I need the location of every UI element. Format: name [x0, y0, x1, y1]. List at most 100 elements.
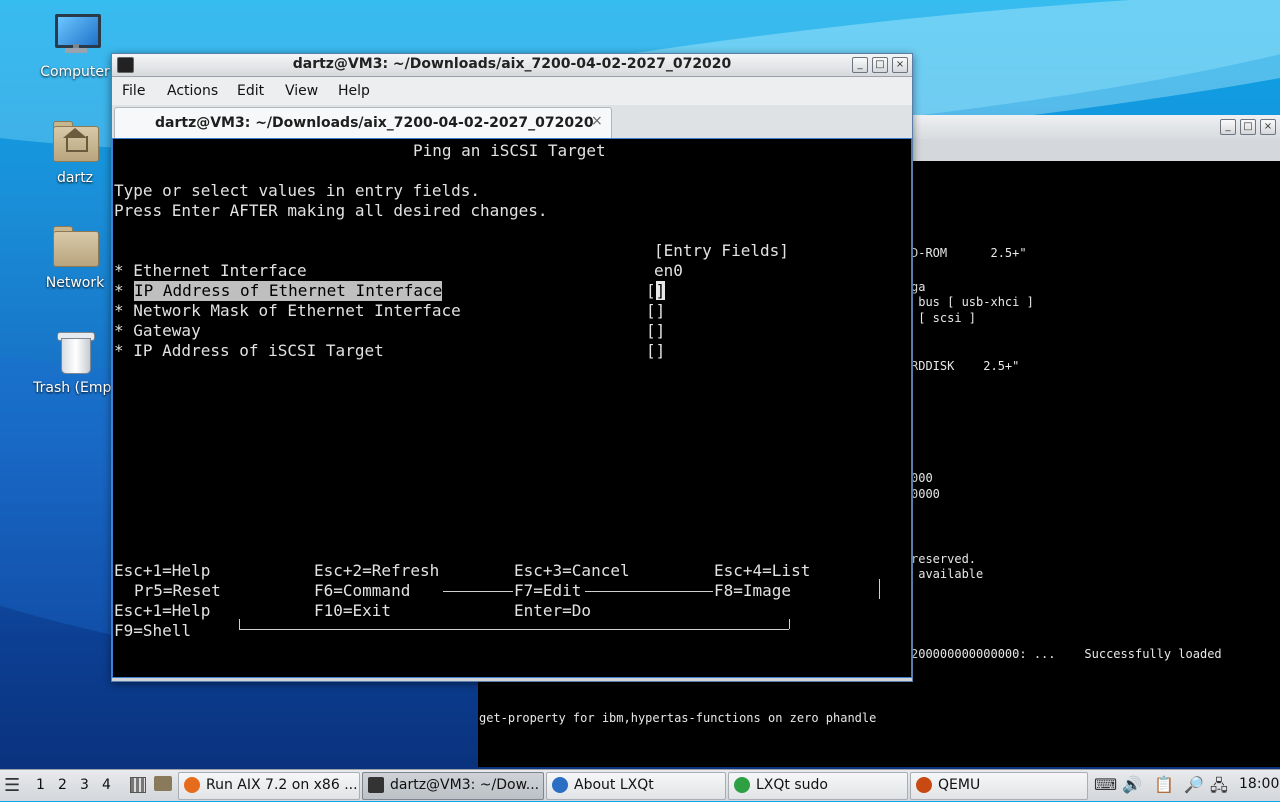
field-value[interactable]: en0 [654, 261, 683, 281]
show-desktop-icon[interactable] [130, 777, 146, 793]
key-edit[interactable]: F7=Edit [514, 581, 581, 601]
key-shell[interactable]: F9=Shell [114, 621, 191, 641]
smit-instruction: Type or select values in entry fields. [114, 181, 481, 200]
task-label: Run AIX 7.2 on x86 ... [206, 777, 358, 793]
console-line: [ scsi ] [911, 311, 977, 325]
field-value[interactable]: [] [646, 341, 665, 361]
field-value[interactable]: [] [646, 301, 665, 321]
task-qemu[interactable]: QEMU [910, 772, 1088, 800]
desktop-icon-home[interactable]: dartz [25, 118, 125, 186]
key-help[interactable]: Esc+1=Help [114, 601, 210, 621]
key-cancel[interactable]: Esc+3=Cancel [514, 561, 630, 581]
lxqt-icon [552, 777, 568, 793]
close-icon[interactable]: × [1260, 119, 1276, 135]
key-image[interactable]: F8=Image [714, 581, 791, 601]
task-terminal[interactable]: dartz@VM3: ~/Dow... [362, 772, 544, 800]
console-line: RDDISK 2.5+" [911, 359, 1020, 373]
workspace-4[interactable]: 4 [102, 777, 111, 793]
clock[interactable]: 18:00 [1239, 776, 1279, 792]
desktop-icon-label: Computer [40, 64, 110, 80]
key-refresh[interactable]: Esc+2=Refresh [314, 561, 439, 581]
search-icon[interactable]: 🔎 [1184, 775, 1204, 794]
minimize-icon[interactable]: _ [1220, 119, 1236, 135]
clipboard-icon[interactable]: 📋 [1154, 775, 1174, 794]
desktop-icon-label: Network [45, 275, 105, 291]
menu-edit[interactable]: Edit [237, 83, 264, 99]
console-line: 000 [911, 471, 933, 485]
terminal-tab[interactable]: dartz@VM3: ~/Downloads/aix_7200-04-02-20… [114, 107, 612, 138]
box-border [239, 619, 240, 629]
console-line: bus [ usb-xhci ] [911, 295, 1034, 309]
workspace-2[interactable]: 2 [58, 777, 67, 793]
window-titlebar[interactable]: dartz@VM3: ~/Downloads/aix_7200-04-02-20… [112, 54, 912, 77]
window-title: dartz@VM3: ~/Downloads/aix_7200-04-02-20… [292, 56, 732, 72]
field-value[interactable]: [] [646, 321, 665, 341]
field-label: * IP Address of iSCSI Target [114, 341, 384, 360]
key-help[interactable]: Esc+1=Help [114, 561, 210, 581]
close-icon[interactable]: × [892, 57, 908, 73]
box-border [239, 629, 789, 630]
console-line: D-ROM 2.5+" [911, 246, 1027, 260]
console-line: reserved. [911, 552, 977, 566]
box-border [585, 591, 713, 592]
key-exit[interactable]: F10=Exit [314, 601, 391, 621]
field-required-marker: * [114, 281, 134, 300]
field-label-selected[interactable]: IP Address of Ethernet Interface [134, 281, 443, 301]
terminal-screen[interactable]: Ping an iSCSI Target Type or select valu… [112, 138, 912, 678]
task-label: About LXQt [574, 777, 654, 793]
maximize-icon[interactable]: □ [1240, 119, 1256, 135]
desktop-icon-network[interactable]: Network [25, 223, 125, 291]
field-value-active[interactable]: [] [646, 281, 666, 301]
menu-bar: File Actions Edit View Help [112, 77, 912, 105]
smit-heading: Ping an iSCSI Target [413, 141, 606, 160]
desktop-icon-computer[interactable]: Computer [25, 12, 125, 80]
workspace-1[interactable]: 1 [36, 777, 45, 793]
console-line: 0000 [911, 487, 940, 501]
console-line: 200000000000000: ... Successfully loaded [911, 647, 1222, 661]
minimize-icon[interactable]: _ [852, 57, 868, 73]
task-about-lxqt[interactable]: About LXQt [546, 772, 726, 800]
desktop-icon-label: Trash (Empt [33, 380, 117, 396]
workspace-3[interactable]: 3 [80, 777, 89, 793]
close-icon[interactable]: × [591, 113, 603, 129]
field-label: * Ethernet Interface [114, 261, 307, 280]
shield-icon [734, 777, 750, 793]
desktop-icon-trash[interactable]: Trash (Empt [25, 328, 125, 396]
task-label: LXQt sudo [756, 777, 828, 793]
field-label: * Network Mask of Ethernet Interface [114, 301, 461, 320]
console-line: get-property for ibm,hypertas-functions … [479, 711, 877, 725]
task-label: QEMU [938, 777, 981, 793]
lxqt-menu-icon[interactable]: ☰ [4, 775, 20, 796]
key-reset[interactable]: Pr5=Reset [134, 581, 221, 601]
network-icon[interactable]: 🖧 [1210, 775, 1228, 802]
home-folder-icon [51, 118, 99, 166]
task-label: dartz@VM3: ~/Dow... [390, 777, 540, 793]
menu-actions[interactable]: Actions [167, 83, 218, 99]
text-cursor: ] [655, 281, 666, 300]
smit-instruction: Press Enter AFTER making all desired cha… [114, 201, 548, 220]
terminal-window[interactable]: dartz@VM3: ~/Downloads/aix_7200-04-02-20… [111, 53, 913, 682]
task-firefox[interactable]: Run AIX 7.2 on x86 ... [178, 772, 360, 800]
box-border [879, 579, 880, 599]
box-border [789, 619, 790, 629]
entry-fields-header: [Entry Fields] [654, 241, 789, 260]
tab-label: dartz@VM3: ~/Downloads/aix_7200-04-02-20… [155, 115, 594, 131]
key-do[interactable]: Enter=Do [514, 601, 591, 621]
volume-icon[interactable]: 🔊 [1122, 775, 1142, 794]
box-border [443, 591, 513, 592]
maximize-icon[interactable]: □ [872, 57, 888, 73]
key-command[interactable]: F6=Command [314, 581, 410, 601]
desktop-icon-label: dartz [56, 170, 94, 186]
terminal-icon [368, 777, 384, 793]
menu-file[interactable]: File [122, 83, 145, 99]
folder-icon [51, 223, 99, 271]
console-line: ga [911, 280, 926, 294]
menu-help[interactable]: Help [338, 83, 370, 99]
file-manager-icon[interactable] [154, 776, 172, 791]
menu-view[interactable]: View [285, 83, 318, 99]
computer-icon [51, 12, 101, 60]
keyboard-icon[interactable]: ⌨ [1094, 775, 1117, 794]
field-label: * Gateway [114, 321, 201, 340]
key-list[interactable]: Esc+4=List [714, 561, 810, 581]
task-lxqt-sudo[interactable]: LXQt sudo [728, 772, 908, 800]
